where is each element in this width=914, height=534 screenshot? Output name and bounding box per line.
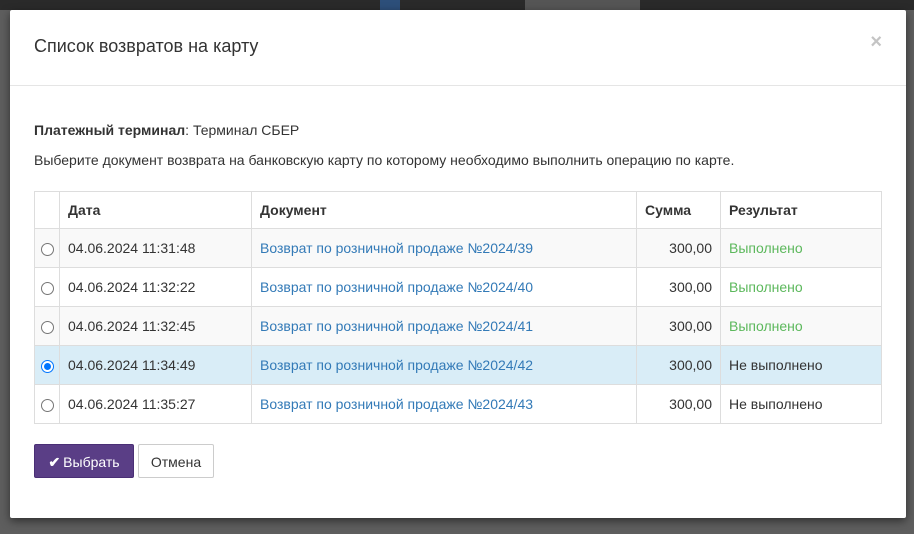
row-radio[interactable]: [40, 320, 54, 334]
header-sum: Сумма: [636, 191, 721, 229]
document-link[interactable]: Возврат по розничной продаже №2024/43: [260, 396, 533, 412]
row-result: Выполнено: [720, 306, 882, 346]
terminal-separator: :: [185, 122, 190, 138]
header-result: Результат: [720, 191, 882, 229]
terminal-label: Платежный терминал: [34, 122, 186, 138]
select-button-label: Выбрать: [63, 454, 120, 470]
document-link[interactable]: Возврат по розничной продаже №2024/40: [260, 279, 533, 295]
row-sum: 300,00: [636, 306, 721, 346]
row-date: 04.06.2024 11:34:49: [59, 345, 252, 385]
row-result: Выполнено: [720, 267, 882, 307]
modal-header: Список возвратов на карту ×: [10, 10, 906, 86]
table-row[interactable]: 04.06.2024 11:35:27 Возврат по розничной…: [34, 384, 882, 424]
close-button[interactable]: ×: [870, 32, 882, 52]
row-sum: 300,00: [636, 228, 721, 268]
row-radio[interactable]: [40, 398, 54, 412]
cancel-button[interactable]: Отмена: [138, 444, 214, 478]
select-button[interactable]: ✔ Выбрать: [34, 444, 134, 478]
header-date: Дата: [59, 191, 252, 229]
row-sum: 300,00: [636, 384, 721, 424]
row-date: 04.06.2024 11:32:22: [59, 267, 252, 307]
check-icon: ✔: [48, 454, 61, 470]
row-sum: 300,00: [636, 345, 721, 385]
returns-modal: Список возвратов на карту × Платежный те…: [10, 10, 906, 518]
row-result: Не выполнено: [720, 384, 882, 424]
row-radio[interactable]: [40, 281, 54, 295]
modal-title: Список возвратов на карту: [34, 36, 259, 56]
row-radio[interactable]: [40, 242, 54, 256]
document-link[interactable]: Возврат по розничной продаже №2024/42: [260, 357, 533, 373]
table-header-row: Дата Документ Сумма Результат: [34, 191, 882, 229]
document-link[interactable]: Возврат по розничной продаже №2024/39: [260, 240, 533, 256]
header-select: [34, 191, 60, 229]
terminal-info: Платежный терминал: Терминал СБЕР: [34, 122, 299, 138]
table-row[interactable]: 04.06.2024 11:31:48 Возврат по розничной…: [34, 228, 882, 268]
returns-table: Дата Документ Сумма Результат 04.06.2024…: [34, 191, 882, 424]
instruction-text: Выберите документ возврата на банковскую…: [34, 152, 735, 168]
table-row[interactable]: 04.06.2024 11:32:22 Возврат по розничной…: [34, 267, 882, 307]
row-radio[interactable]: [40, 359, 54, 373]
background-toolbar: [0, 0, 914, 10]
row-date: 04.06.2024 11:31:48: [59, 228, 252, 268]
table-row[interactable]: 04.06.2024 11:32:45 Возврат по розничной…: [34, 306, 882, 346]
row-date: 04.06.2024 11:35:27: [59, 384, 252, 424]
terminal-value: Терминал СБЕР: [192, 122, 300, 138]
row-result: Не выполнено: [720, 345, 882, 385]
header-document: Документ: [251, 191, 637, 229]
document-link[interactable]: Возврат по розничной продаже №2024/41: [260, 318, 533, 334]
table-row-selected[interactable]: 04.06.2024 11:34:49 Возврат по розничной…: [34, 345, 882, 385]
row-sum: 300,00: [636, 267, 721, 307]
row-date: 04.06.2024 11:32:45: [59, 306, 252, 346]
row-result: Выполнено: [720, 228, 882, 268]
